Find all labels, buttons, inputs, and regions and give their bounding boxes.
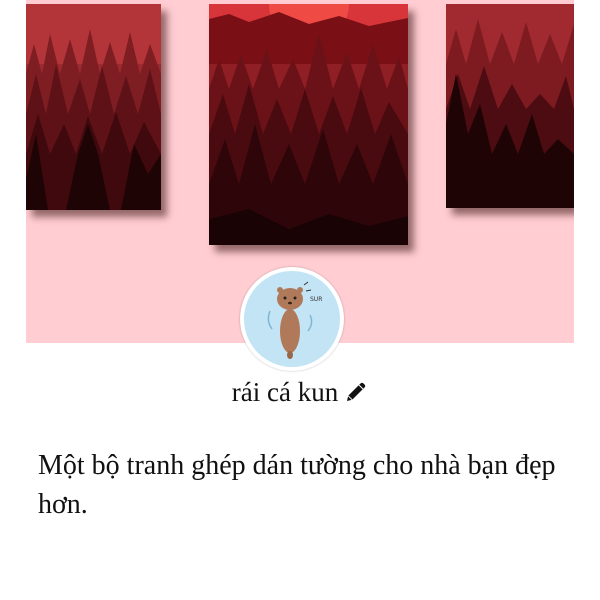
otter-avatar-image: SUR xyxy=(244,271,340,367)
avatar[interactable]: SUR xyxy=(240,267,344,371)
avatar-badge: SUR xyxy=(310,296,322,303)
profile-name: rái cá kun xyxy=(231,377,339,407)
forest-panel-left xyxy=(26,4,161,210)
forest-panel-right xyxy=(446,4,574,208)
forest-panel-center xyxy=(209,4,408,245)
pencil-icon[interactable] xyxy=(344,380,368,404)
profile-description: Một bộ tranh ghép dán tường cho nhà bạn … xyxy=(38,450,556,520)
profile-name-row: rái cá kun xyxy=(0,375,600,409)
